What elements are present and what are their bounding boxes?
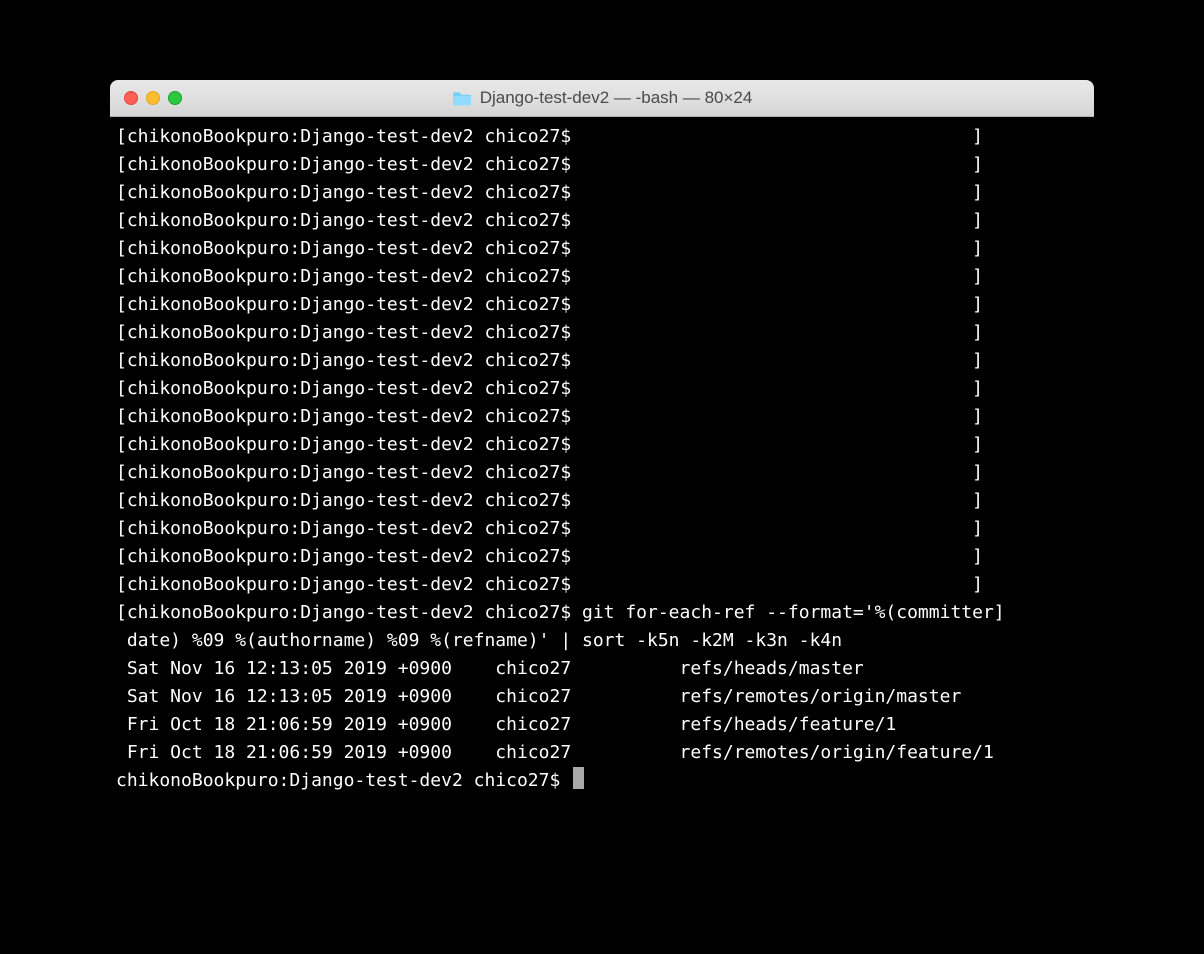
window-titlebar[interactable]: Django-test-dev2 — -bash — 80×24: [110, 80, 1094, 117]
prompt-line: [chikonoBookpuro:Django-test-dev2 chico2…: [116, 375, 1088, 403]
prompt-line: [chikonoBookpuro:Django-test-dev2 chico2…: [116, 291, 1088, 319]
terminal-window: Django-test-dev2 — -bash — 80×24 [chikon…: [110, 80, 1094, 805]
prompt-line: [chikonoBookpuro:Django-test-dev2 chico2…: [116, 263, 1088, 291]
prompt-line: [chikonoBookpuro:Django-test-dev2 chico2…: [116, 431, 1088, 459]
close-button[interactable]: [124, 91, 138, 105]
prompt-line: [chikonoBookpuro:Django-test-dev2 chico2…: [116, 403, 1088, 431]
prompt-line: [chikonoBookpuro:Django-test-dev2 chico2…: [116, 151, 1088, 179]
prompt-line: [chikonoBookpuro:Django-test-dev2 chico2…: [116, 459, 1088, 487]
output-line: Sat Nov 16 12:13:05 2019 +0900 chico27 r…: [116, 655, 1088, 683]
terminal-output-area[interactable]: [chikonoBookpuro:Django-test-dev2 chico2…: [110, 117, 1094, 805]
output-line: Fri Oct 18 21:06:59 2019 +0900 chico27 r…: [116, 711, 1088, 739]
output-line: Fri Oct 18 21:06:59 2019 +0900 chico27 r…: [116, 739, 1088, 767]
prompt-line: [chikonoBookpuro:Django-test-dev2 chico2…: [116, 207, 1088, 235]
prompt-line: [chikonoBookpuro:Django-test-dev2 chico2…: [116, 319, 1088, 347]
prompt-line: [chikonoBookpuro:Django-test-dev2 chico2…: [116, 571, 1088, 599]
command-line: date) %09 %(authorname) %09 %(refname)' …: [116, 627, 1088, 655]
window-title-wrap: Django-test-dev2 — -bash — 80×24: [110, 88, 1094, 108]
minimize-button[interactable]: [146, 91, 160, 105]
prompt-line: [chikonoBookpuro:Django-test-dev2 chico2…: [116, 515, 1088, 543]
cursor: [573, 767, 584, 789]
window-title: Django-test-dev2 — -bash — 80×24: [480, 88, 753, 108]
prompt-current[interactable]: chikonoBookpuro:Django-test-dev2 chico27…: [116, 767, 1088, 795]
prompt-line: [chikonoBookpuro:Django-test-dev2 chico2…: [116, 123, 1088, 151]
prompt-line: [chikonoBookpuro:Django-test-dev2 chico2…: [116, 543, 1088, 571]
prompt-line: [chikonoBookpuro:Django-test-dev2 chico2…: [116, 487, 1088, 515]
zoom-button[interactable]: [168, 91, 182, 105]
output-line: Sat Nov 16 12:13:05 2019 +0900 chico27 r…: [116, 683, 1088, 711]
traffic-lights: [124, 91, 182, 105]
command-line: [chikonoBookpuro:Django-test-dev2 chico2…: [116, 599, 1088, 627]
folder-icon: [452, 90, 472, 106]
prompt-line: [chikonoBookpuro:Django-test-dev2 chico2…: [116, 179, 1088, 207]
prompt-line: [chikonoBookpuro:Django-test-dev2 chico2…: [116, 347, 1088, 375]
prompt-line: [chikonoBookpuro:Django-test-dev2 chico2…: [116, 235, 1088, 263]
